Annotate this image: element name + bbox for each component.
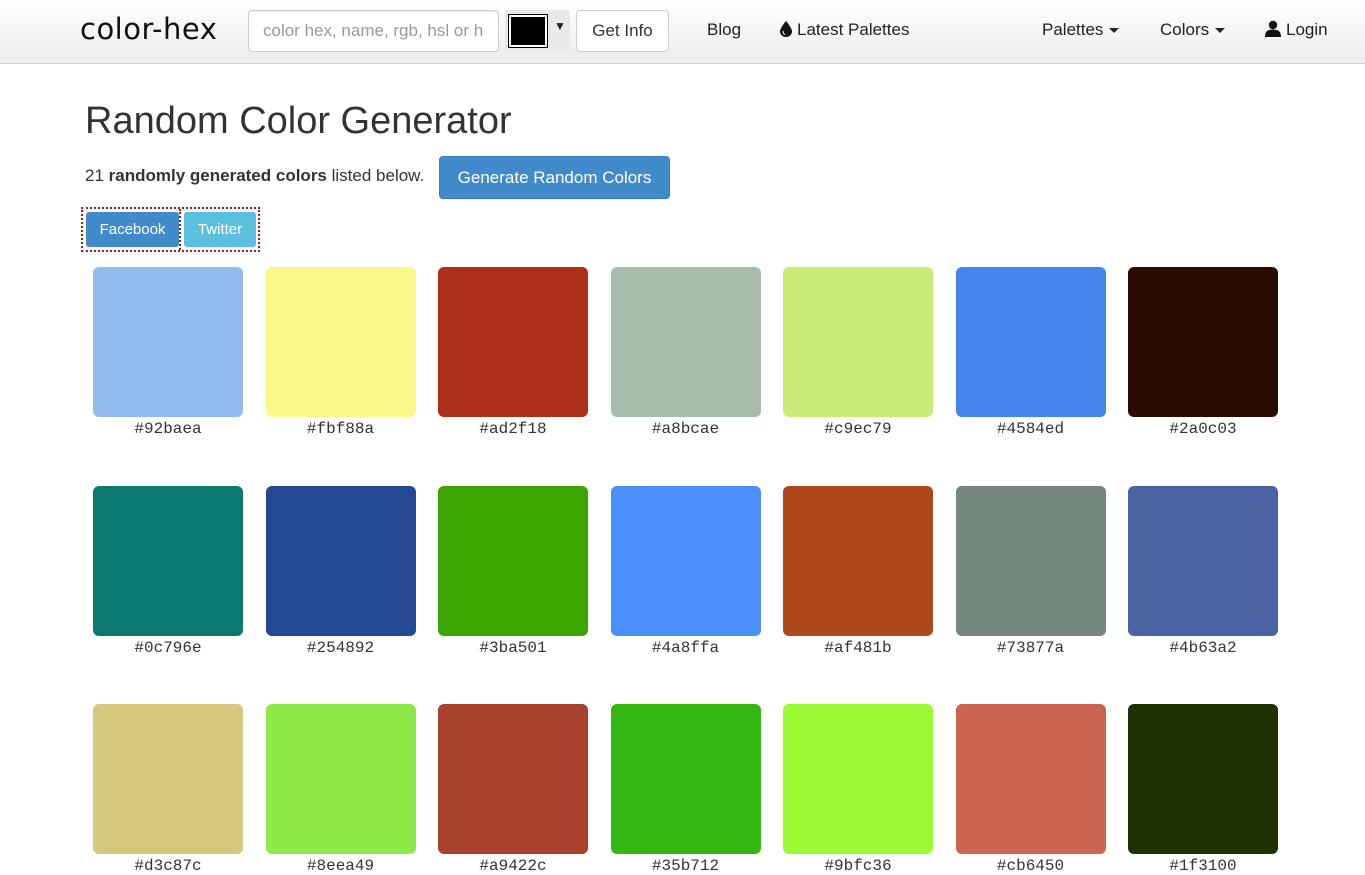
color-swatch[interactable] [1128, 267, 1278, 417]
color-swatch[interactable] [265, 485, 416, 636]
color-item[interactable]: #a8bcae [610, 267, 761, 438]
color-item[interactable]: #a9422c [438, 704, 588, 875]
color-hex-label[interactable]: #4b63a2 [1128, 639, 1278, 657]
color-swatch[interactable] [438, 267, 588, 417]
nav-colors-dropdown[interactable]: Colors [1160, 20, 1226, 40]
color-item[interactable]: #92baea [93, 267, 243, 438]
color-swatch[interactable] [783, 485, 933, 636]
color-swatch[interactable] [265, 267, 416, 417]
color-hex-label[interactable]: #73877a [956, 639, 1106, 657]
nav-blog[interactable]: Blog [707, 20, 741, 40]
color-swatch[interactable] [610, 267, 761, 417]
color-hex-label[interactable]: #cb6450 [956, 857, 1106, 875]
picker-swatch[interactable] [508, 14, 548, 48]
intro-bold: randomly generated colors [108, 166, 327, 185]
color-hex-label[interactable]: #4584ed [956, 420, 1106, 438]
color-count: 21 [85, 166, 104, 185]
nav-latest-palettes-label: Latest Palettes [797, 20, 910, 39]
color-item[interactable]: #ad2f18 [438, 267, 588, 438]
color-item[interactable]: #4a8ffa [610, 485, 761, 657]
color-swatch[interactable] [783, 267, 933, 417]
color-item[interactable]: #0c796e [93, 485, 243, 657]
color-swatch[interactable] [265, 704, 416, 854]
nav-login-label: Login [1286, 20, 1328, 39]
color-hex-label[interactable]: #2a0c03 [1128, 420, 1278, 438]
color-hex-label[interactable]: #4a8ffa [611, 639, 761, 657]
brand-logo[interactable]: color-hex [80, 12, 217, 46]
share-divider [179, 209, 181, 250]
color-hex-label[interactable]: #9bfc36 [783, 857, 933, 875]
nav-colors-label: Colors [1160, 20, 1210, 39]
color-item[interactable]: #8eea49 [265, 704, 416, 875]
color-swatch[interactable] [1128, 704, 1278, 854]
color-hex-label[interactable]: #a9422c [438, 857, 588, 875]
color-item[interactable]: #35b712 [610, 704, 761, 875]
color-hex-label[interactable]: #35b712 [611, 857, 761, 875]
color-search-input[interactable] [248, 10, 499, 52]
nav-palettes-dropdown[interactable]: Palettes [1042, 20, 1120, 40]
color-hex-label[interactable]: #c9ec79 [783, 420, 933, 438]
color-hex-label[interactable]: #a8bcae [611, 420, 761, 438]
color-hex-label[interactable]: #1f3100 [1128, 857, 1278, 875]
nav-login[interactable]: Login [1265, 20, 1328, 40]
share-buttons: Facebook Twitter [81, 207, 260, 252]
color-swatch[interactable] [955, 267, 1106, 417]
color-item[interactable]: #d3c87c [93, 704, 243, 875]
color-swatch[interactable] [1128, 485, 1278, 636]
color-item[interactable]: #4584ed [955, 267, 1106, 438]
color-hex-label[interactable]: #8eea49 [266, 857, 416, 875]
color-item[interactable]: #c9ec79 [783, 267, 933, 438]
color-item[interactable]: #73877a [955, 485, 1106, 657]
color-swatch[interactable] [610, 485, 761, 636]
color-hex-label[interactable]: #ad2f18 [438, 420, 588, 438]
generate-random-colors-button[interactable]: Generate Random Colors [439, 156, 670, 199]
nav-palettes-label: Palettes [1042, 20, 1104, 39]
color-hex-label[interactable]: #af481b [783, 639, 933, 657]
color-hex-label[interactable]: #254892 [266, 639, 416, 657]
color-hex-label[interactable]: #fbf88a [266, 420, 416, 438]
intro-rest: listed below. [331, 166, 425, 185]
color-item[interactable]: #1f3100 [1128, 704, 1278, 875]
color-item[interactable]: #3ba501 [438, 485, 588, 657]
caret-down-icon [1109, 28, 1120, 34]
color-swatch[interactable] [610, 704, 761, 854]
color-item[interactable]: #af481b [783, 485, 933, 657]
color-item[interactable]: #4b63a2 [1128, 485, 1278, 657]
color-item[interactable]: #254892 [265, 485, 416, 657]
color-swatch[interactable] [93, 485, 243, 636]
color-hex-label[interactable]: #0c796e [93, 639, 243, 657]
color-swatch[interactable] [955, 704, 1106, 854]
color-swatch[interactable] [93, 267, 243, 417]
water-drop-icon [780, 21, 792, 37]
color-item[interactable]: #9bfc36 [783, 704, 933, 875]
caret-down-icon [1215, 28, 1226, 34]
color-hex-label[interactable]: #d3c87c [93, 857, 243, 875]
dropdown-arrow-icon[interactable]: ▼ [554, 19, 566, 33]
nav-latest-palettes[interactable]: Latest Palettes [780, 20, 909, 40]
color-hex-label[interactable]: #92baea [93, 420, 243, 438]
facebook-share-button[interactable]: Facebook [86, 212, 179, 247]
user-icon [1265, 20, 1281, 37]
page-title: Random Color Generator [85, 100, 512, 142]
color-swatch[interactable] [93, 704, 243, 854]
color-hex-label[interactable]: #3ba501 [438, 639, 588, 657]
color-item[interactable]: #2a0c03 [1128, 267, 1278, 438]
color-item[interactable]: #fbf88a [265, 267, 416, 438]
color-swatch[interactable] [438, 704, 588, 854]
twitter-share-button[interactable]: Twitter [184, 212, 256, 247]
color-picker[interactable]: ▼ [505, 10, 570, 52]
color-grid: #92baea #fbf88a #ad2f18 #a8bcae #c9ec79 #4584… [93, 267, 1283, 875]
color-swatch[interactable] [955, 485, 1106, 636]
color-swatch[interactable] [783, 704, 933, 854]
color-item[interactable]: #cb6450 [955, 704, 1106, 875]
navbar: color-hex ▼ Get Info Blog Latest Palette… [0, 0, 1365, 64]
intro-text: 21 randomly generated colors listed belo… [85, 166, 424, 186]
color-swatch[interactable] [438, 485, 588, 636]
get-info-button[interactable]: Get Info [576, 10, 669, 52]
